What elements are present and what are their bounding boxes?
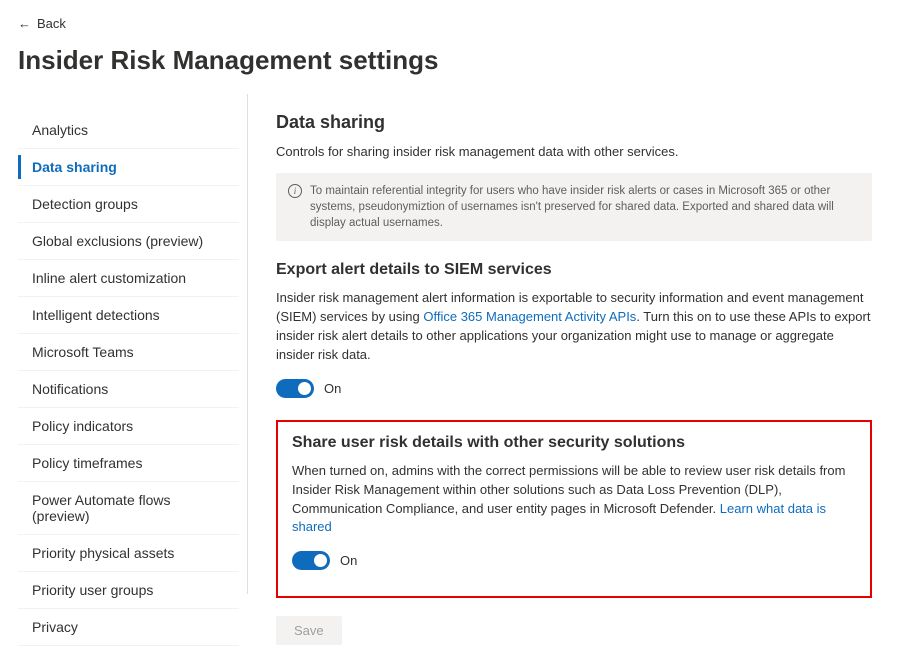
back-label: Back [37, 16, 66, 31]
export-siem-toggle[interactable] [276, 379, 314, 398]
export-siem-title: Export alert details to SIEM services [276, 261, 872, 279]
export-siem-toggle-label: On [324, 381, 341, 396]
share-risk-toggle[interactable] [292, 551, 330, 570]
info-box: i To maintain referential integrity for … [276, 173, 872, 241]
export-siem-desc: Insider risk management alert informatio… [276, 289, 872, 364]
share-risk-toggle-row: On [292, 551, 856, 570]
sidebar-item-privacy[interactable]: Privacy [18, 609, 239, 646]
save-button[interactable]: Save [276, 616, 342, 645]
page-title: Insider Risk Management settings [0, 31, 900, 94]
office365-api-link[interactable]: Office 365 Management Activity APIs [423, 309, 636, 324]
sidebar-item-intelligent-detections[interactable]: Intelligent detections [18, 297, 239, 334]
sidebar-item-detection-groups[interactable]: Detection groups [18, 186, 239, 223]
sidebar-item-global-exclusions[interactable]: Global exclusions (preview) [18, 223, 239, 260]
share-risk-toggle-label: On [340, 553, 357, 568]
data-sharing-desc: Controls for sharing insider risk manage… [276, 143, 872, 161]
export-siem-toggle-row: On [276, 379, 872, 398]
sidebar-item-inline-alert-customization[interactable]: Inline alert customization [18, 260, 239, 297]
sidebar-item-policy-indicators[interactable]: Policy indicators [18, 408, 239, 445]
sidebar-item-microsoft-teams[interactable]: Microsoft Teams [18, 334, 239, 371]
share-risk-title: Share user risk details with other secur… [292, 434, 856, 452]
sidebar-item-priority-user-groups[interactable]: Priority user groups [18, 572, 239, 609]
sidebar-item-notifications[interactable]: Notifications [18, 371, 239, 408]
data-sharing-title: Data sharing [276, 112, 872, 133]
sidebar-item-data-sharing[interactable]: Data sharing [18, 149, 239, 186]
sidebar-item-priority-physical-assets[interactable]: Priority physical assets [18, 535, 239, 572]
content-area: Analytics Data sharing Detection groups … [0, 94, 900, 655]
share-risk-desc: When turned on, admins with the correct … [292, 462, 856, 537]
sidebar-item-power-automate-flows[interactable]: Power Automate flows (preview) [18, 482, 239, 535]
sidebar: Analytics Data sharing Detection groups … [18, 94, 248, 594]
sidebar-item-policy-timeframes[interactable]: Policy timeframes [18, 445, 239, 482]
main-panel: Data sharing Controls for sharing inside… [248, 94, 900, 655]
info-text: To maintain referential integrity for us… [310, 183, 860, 231]
share-risk-highlight: Share user risk details with other secur… [276, 420, 872, 598]
back-link[interactable]: ← Back [0, 0, 900, 31]
sidebar-item-analytics[interactable]: Analytics [18, 112, 239, 149]
back-arrow-icon: ← [18, 16, 31, 31]
info-icon: i [288, 184, 302, 198]
